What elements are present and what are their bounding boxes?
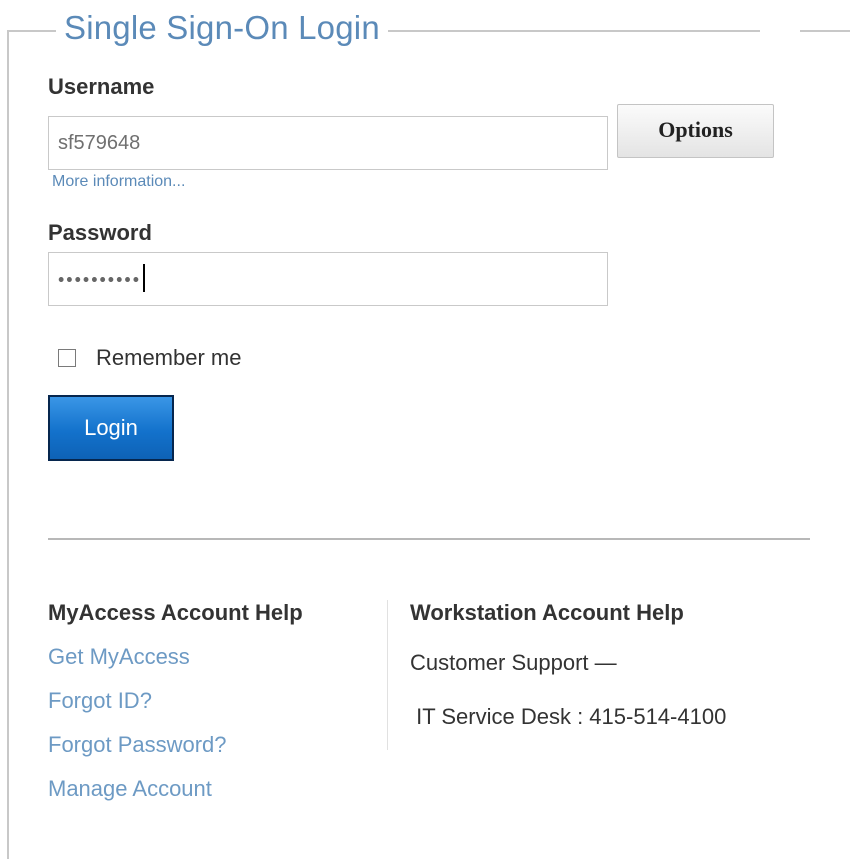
forgot-id-link[interactable]: Forgot ID? bbox=[48, 688, 152, 714]
password-label: Password bbox=[48, 220, 152, 245]
password-input[interactable]: •••••••••• bbox=[48, 252, 608, 306]
myaccess-help-title: MyAccess Account Help bbox=[48, 600, 303, 625]
text-caret bbox=[143, 263, 146, 292]
section-divider bbox=[48, 538, 810, 540]
get-myaccess-link[interactable]: Get MyAccess bbox=[48, 644, 190, 670]
more-information-link[interactable]: More information... bbox=[52, 172, 185, 192]
fieldset-gap bbox=[760, 26, 800, 34]
username-value: sf579648 bbox=[58, 132, 141, 154]
username-label: Username bbox=[48, 74, 155, 99]
workstation-help-title: Workstation Account Help bbox=[410, 600, 684, 625]
it-service-desk-phone: IT Service Desk : 415-514-4100 bbox=[410, 704, 727, 729]
options-button[interactable]: Options bbox=[617, 104, 774, 158]
remember-me-checkbox[interactable] bbox=[58, 349, 76, 367]
remember-me-row[interactable]: Remember me bbox=[58, 343, 241, 373]
login-button[interactable]: Login bbox=[48, 395, 174, 461]
username-input[interactable]: sf579648 bbox=[48, 116, 608, 170]
customer-support-label: Customer Support — bbox=[410, 650, 617, 675]
password-mask: •••••••••• bbox=[58, 269, 142, 290]
remember-me-label[interactable]: Remember me bbox=[96, 343, 241, 373]
manage-account-link[interactable]: Manage Account bbox=[48, 776, 212, 802]
column-divider bbox=[387, 600, 388, 750]
sso-login-page: Single Sign-On Login Username sf579648 O… bbox=[0, 0, 850, 859]
page-title: Single Sign-On Login bbox=[56, 6, 388, 50]
forgot-password-link[interactable]: Forgot Password? bbox=[48, 732, 227, 758]
